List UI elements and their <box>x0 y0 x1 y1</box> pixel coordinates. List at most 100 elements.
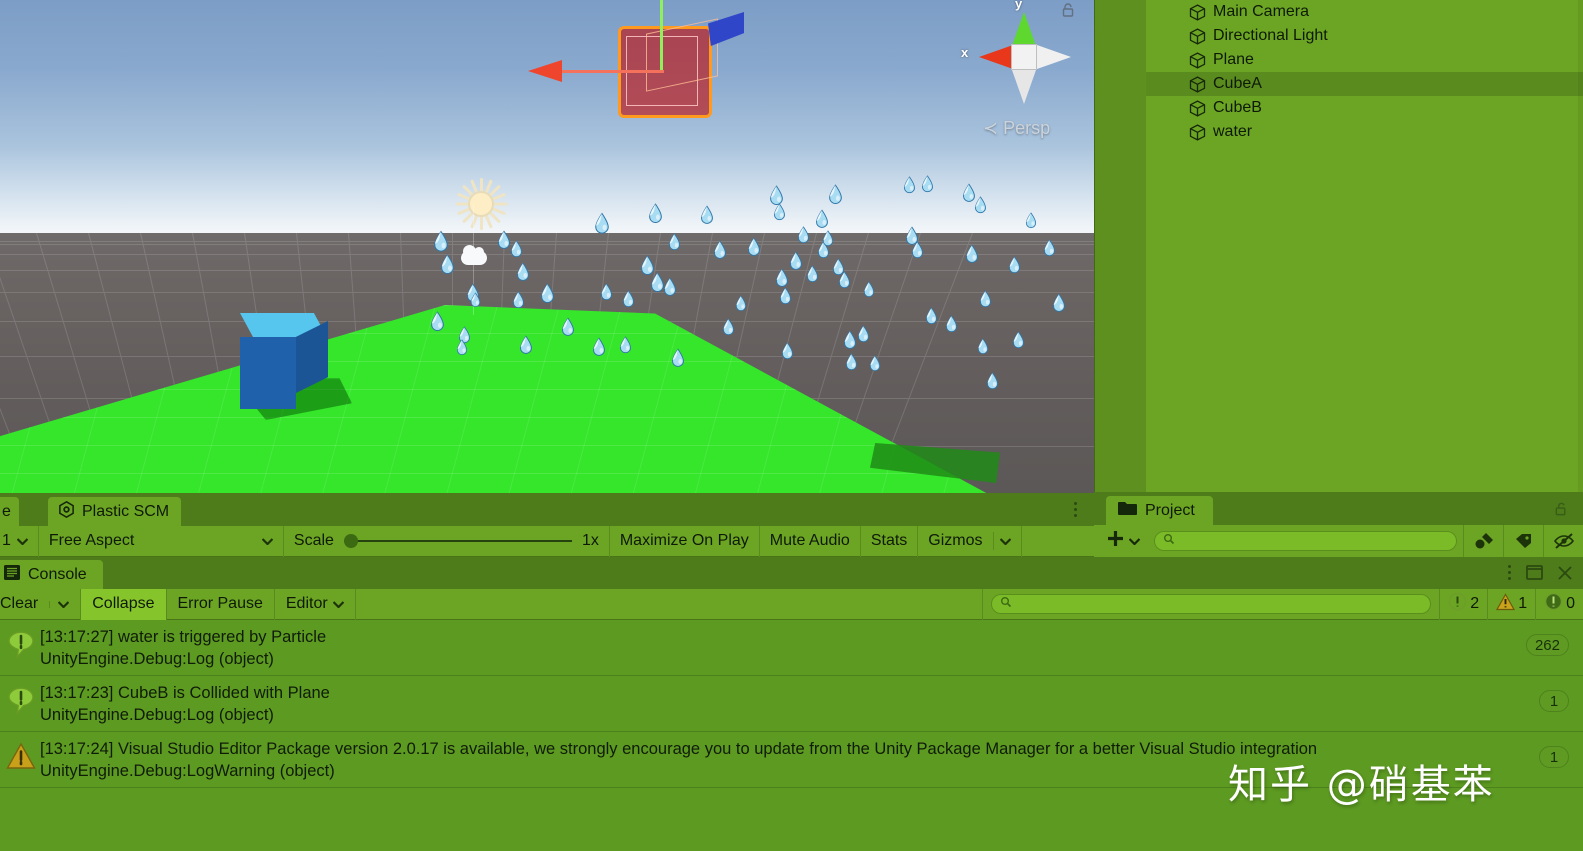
project-search-input[interactable] <box>1154 531 1457 551</box>
hierarchy-list[interactable]: Main Camera Directional Light Plane CubeA Cu… <box>1146 0 1583 144</box>
cube-icon <box>1189 99 1206 117</box>
water-droplet-sprite <box>440 254 455 275</box>
console-collapse-count: 1 <box>1539 690 1569 712</box>
scale-slider[interactable] <box>343 534 572 548</box>
hierarchy-item-cubea[interactable]: CubeA <box>1146 72 1583 96</box>
cube-icon <box>1189 27 1206 45</box>
console-message-stacktrace: UnityEngine.Debug:Log (object) <box>40 706 274 724</box>
unity-editor-window: y x ≺ Persp Main Camera Directional Light… <box>0 0 1583 851</box>
project-toolbar[interactable] <box>1094 525 1583 557</box>
project-panel[interactable]: Project <box>1094 492 1583 557</box>
game-view-toolbar[interactable]: 1 Free Aspect Scale 1x Maximize On Play … <box>0 525 1094 557</box>
kebab-menu-icon[interactable] <box>1507 564 1512 586</box>
tab-console-label: Console <box>28 565 87 583</box>
game-view-tabbar[interactable]: e Plastic SCM <box>0 493 1094 526</box>
scale-slider-handle[interactable] <box>343 534 358 548</box>
gizmo-neg-y-cone-icon[interactable] <box>1012 70 1036 104</box>
water-droplet-sprite <box>540 283 555 304</box>
console-collapse-count: 262 <box>1525 634 1569 656</box>
hierarchy-scrollbar[interactable] <box>1578 0 1583 492</box>
toolbar-filler <box>1022 526 1094 557</box>
mute-audio-button[interactable]: Mute Audio <box>760 525 861 557</box>
water-droplet-sprite <box>845 353 858 371</box>
water-droplet-sprite <box>1025 212 1037 229</box>
water-droplet-sprite <box>735 295 747 312</box>
close-icon[interactable] <box>1557 565 1573 586</box>
scene-view[interactable]: y x ≺ Persp <box>0 0 1094 493</box>
water-droplet-sprite <box>1008 256 1021 274</box>
lock-open-icon[interactable] <box>1554 501 1569 522</box>
console-panel[interactable]: Console Clear Collapse Error Pause Edito… <box>0 557 1583 851</box>
gizmo-y-axis[interactable] <box>660 0 663 72</box>
kebab-menu-icon[interactable] <box>1073 501 1078 523</box>
gizmo-projection-label[interactable]: ≺ Persp <box>983 118 1050 139</box>
maximize-on-play-button[interactable]: Maximize On Play <box>610 525 760 557</box>
error-count-button[interactable]: 0 <box>1535 588 1583 620</box>
clear-dropdown-icon[interactable] <box>49 600 70 608</box>
hierarchy-item-water[interactable]: water <box>1146 120 1583 144</box>
gizmo-center-cube-icon[interactable] <box>1011 44 1037 70</box>
console-message-stacktrace: UnityEngine.Debug:LogWarning (object) <box>40 762 335 780</box>
water-droplet-sprite <box>470 292 481 308</box>
water-droplet-sprite <box>594 212 610 235</box>
gizmo-neg-x-cone-icon[interactable] <box>1037 45 1071 69</box>
gizmos-button[interactable]: Gizmos <box>918 525 1022 557</box>
console-message-row[interactable]: [13:17:24] Visual Studio Editor Package … <box>0 732 1583 788</box>
favorites-icon[interactable] <box>1463 525 1503 557</box>
scale-slider-group[interactable]: Scale 1x <box>284 525 610 557</box>
water-droplet-sprite <box>600 283 613 301</box>
plastic-scm-icon <box>58 500 75 523</box>
console-message-row[interactable]: [13:17:23] CubeB is Collided with Plane U… <box>0 676 1583 732</box>
label-icon[interactable] <box>1503 525 1543 557</box>
water-droplet-sprite <box>713 240 727 260</box>
hierarchy-item-cubeb[interactable]: CubeB <box>1146 96 1583 120</box>
tab-project[interactable]: Project <box>1106 496 1213 525</box>
water-droplet-sprite <box>619 336 632 354</box>
console-search-field[interactable] <box>1012 596 1423 612</box>
water-droplet-sprite <box>945 315 958 333</box>
hierarchy-item-main-camera[interactable]: Main Camera <box>1146 0 1583 24</box>
tab-console[interactable]: Console <box>0 560 103 589</box>
collapse-button[interactable]: Collapse <box>81 588 167 620</box>
project-search-field[interactable] <box>1175 533 1448 549</box>
water-droplet-sprite <box>510 240 523 258</box>
water-droplet-sprite <box>779 287 792 305</box>
water-droplet-sprite <box>519 335 533 355</box>
hierarchy-gutter <box>1095 0 1146 492</box>
gizmo-x-cone-icon[interactable] <box>979 45 1013 69</box>
scene-lock-icon[interactable] <box>1060 2 1076 18</box>
water-droplet-sprite <box>512 291 525 309</box>
gizmo-x-arrow-icon[interactable] <box>528 60 562 82</box>
warning-count-button[interactable]: 1 <box>1487 588 1535 620</box>
error-pause-button[interactable]: Error Pause <box>167 588 275 620</box>
hidden-eye-icon[interactable] <box>1543 525 1583 557</box>
gizmo-y-cone-icon[interactable] <box>1012 12 1036 46</box>
tab-project-label: Project <box>1145 501 1195 519</box>
console-message-list[interactable]: [13:17:27] water is triggered by Particl… <box>0 620 1583 851</box>
project-add-button[interactable] <box>1094 529 1148 553</box>
stats-button[interactable]: Stats <box>861 525 919 557</box>
chevron-down-icon[interactable] <box>992 532 1011 550</box>
water-droplet-sprite <box>430 311 445 332</box>
gizmo-x-axis[interactable] <box>556 70 664 73</box>
water-droplet-sprite <box>516 262 530 282</box>
maximize-icon[interactable] <box>1526 565 1543 585</box>
hierarchy-panel[interactable]: Main Camera Directional Light Plane CubeA Cu… <box>1094 0 1583 492</box>
hierarchy-item-plane[interactable]: Plane <box>1146 48 1583 72</box>
aspect-ratio-dropdown[interactable]: Free Aspect <box>39 525 284 557</box>
console-window-buttons[interactable] <box>1507 564 1573 586</box>
tab-game[interactable]: e <box>0 497 19 526</box>
console-toolbar[interactable]: Clear Collapse Error Pause Editor 2 1 0 <box>0 588 1583 620</box>
hierarchy-item-directional-light[interactable]: Directional Light <box>1146 24 1583 48</box>
cube-icon <box>1189 3 1206 21</box>
clear-button[interactable]: Clear <box>0 588 82 620</box>
tab-plastic-scm[interactable]: Plastic SCM <box>48 497 182 526</box>
log-count-button[interactable]: 2 <box>1439 588 1487 620</box>
scene-orientation-gizmo[interactable]: y x ≺ Persp <box>955 0 1085 140</box>
console-icon <box>4 564 20 585</box>
console-message-row[interactable]: [13:17:27] water is triggered by Particl… <box>0 620 1583 676</box>
console-search-input[interactable] <box>991 594 1432 614</box>
console-tabbar[interactable]: Console <box>0 557 1583 589</box>
display-dropdown[interactable]: 1 <box>0 525 39 557</box>
editor-dropdown[interactable]: Editor <box>275 588 356 620</box>
